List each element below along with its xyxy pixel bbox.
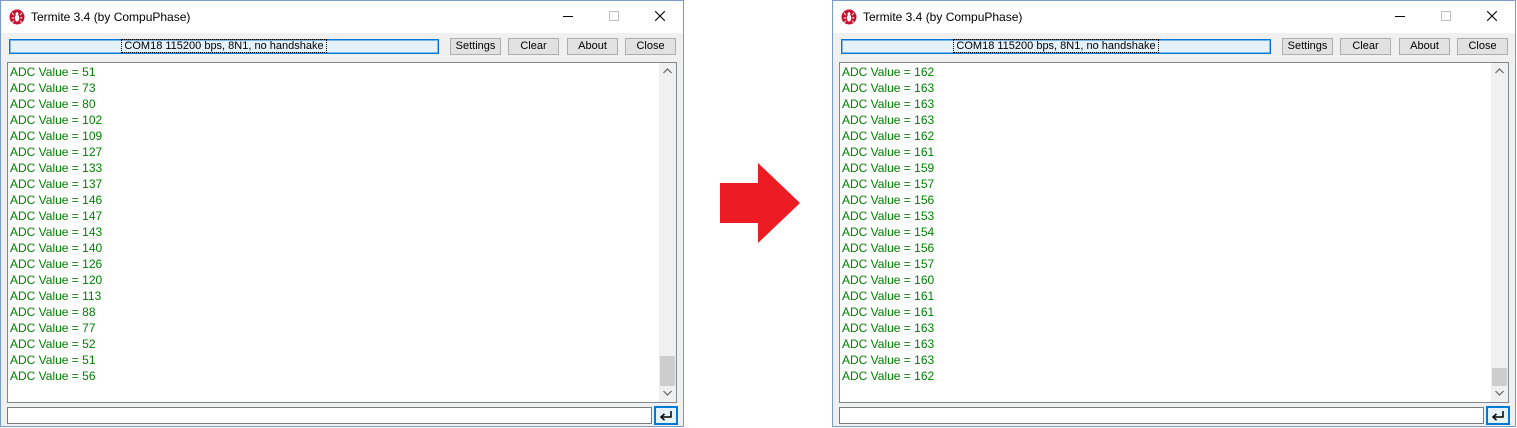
log-line: ADC Value = 127 xyxy=(10,145,103,159)
log-line: ADC Value = 161 xyxy=(842,145,935,159)
window-title: Termite 3.4 (by CompuPhase) xyxy=(863,10,1023,24)
log-line: ADC Value = 162 xyxy=(842,65,935,79)
log-line: ADC Value = 143 xyxy=(10,225,103,239)
settings-button[interactable]: Settings xyxy=(1282,38,1333,55)
log-line: ADC Value = 163 xyxy=(842,81,935,95)
log-line: ADC Value = 162 xyxy=(842,369,935,383)
log-line: ADC Value = 51 xyxy=(10,353,96,367)
log-line: ADC Value = 161 xyxy=(842,305,935,319)
log-line: ADC Value = 159 xyxy=(842,161,935,175)
right-arrow-icon xyxy=(720,163,800,243)
log-line: ADC Value = 163 xyxy=(842,97,935,111)
minimize-icon xyxy=(563,16,573,17)
log-line: ADC Value = 162 xyxy=(842,129,935,143)
close-icon xyxy=(1487,11,1497,21)
enter-icon xyxy=(659,411,672,421)
log-lines: ADC Value = 162 ADC Value = 163 ADC Valu… xyxy=(842,64,934,384)
port-status-button[interactable]: COM18 115200 bps, 8N1, no handshake xyxy=(9,39,439,54)
log-line: ADC Value = 102 xyxy=(10,113,103,127)
log-line: ADC Value = 51 xyxy=(10,65,96,79)
transmit-input[interactable] xyxy=(7,407,652,424)
chevron-up-icon xyxy=(1495,68,1504,74)
log-line: ADC Value = 126 xyxy=(10,257,103,271)
scrollbar-thumb[interactable] xyxy=(1492,368,1507,386)
toolbar: COM18 115200 bps, 8N1, no handshake Sett… xyxy=(7,38,677,58)
enter-icon xyxy=(1491,411,1504,421)
maximize-button[interactable] xyxy=(591,1,637,32)
send-button[interactable] xyxy=(654,406,678,425)
termite-window-right: Termite 3.4 (by CompuPhase) COM18 115200… xyxy=(832,0,1516,427)
log-line: ADC Value = 73 xyxy=(10,81,96,95)
log-line: ADC Value = 52 xyxy=(10,337,96,351)
title-bar[interactable]: Termite 3.4 (by CompuPhase) xyxy=(833,1,1515,33)
receive-log[interactable]: ADC Value = 51 ADC Value = 73 ADC Value … xyxy=(7,62,677,403)
maximize-button[interactable] xyxy=(1423,1,1469,32)
log-line: ADC Value = 88 xyxy=(10,305,96,319)
log-line: ADC Value = 146 xyxy=(10,193,103,207)
port-status-label: COM18 115200 bps, 8N1, no handshake xyxy=(953,39,1159,53)
log-line: ADC Value = 113 xyxy=(10,289,102,303)
toolbar: COM18 115200 bps, 8N1, no handshake Sett… xyxy=(839,38,1509,58)
log-line: ADC Value = 56 xyxy=(10,369,96,383)
chevron-down-icon xyxy=(663,390,672,396)
scroll-up-button[interactable] xyxy=(1491,63,1508,80)
log-line: ADC Value = 163 xyxy=(842,353,935,367)
minimize-button[interactable] xyxy=(545,1,591,32)
port-status-label: COM18 115200 bps, 8N1, no handshake xyxy=(121,39,327,53)
about-button[interactable]: About xyxy=(1399,38,1450,55)
close-icon xyxy=(655,11,665,21)
clear-button[interactable]: Clear xyxy=(1340,38,1391,55)
log-line: ADC Value = 157 xyxy=(842,177,935,191)
minimize-icon xyxy=(1395,16,1405,17)
vertical-scrollbar[interactable] xyxy=(659,63,676,402)
termite-window-left: Termite 3.4 (by CompuPhase) COM18 115200… xyxy=(0,0,684,427)
log-line: ADC Value = 140 xyxy=(10,241,103,255)
about-button[interactable]: About xyxy=(567,38,618,55)
log-line: ADC Value = 147 xyxy=(10,209,103,223)
vertical-scrollbar[interactable] xyxy=(1491,63,1508,402)
log-line: ADC Value = 133 xyxy=(10,161,103,175)
log-line: ADC Value = 163 xyxy=(842,113,935,127)
minimize-button[interactable] xyxy=(1377,1,1423,32)
log-line: ADC Value = 153 xyxy=(842,209,935,223)
log-line: ADC Value = 160 xyxy=(842,273,935,287)
chevron-up-icon xyxy=(663,68,672,74)
window-title: Termite 3.4 (by CompuPhase) xyxy=(31,10,191,24)
log-line: ADC Value = 77 xyxy=(10,321,96,335)
log-line: ADC Value = 154 xyxy=(842,225,935,239)
log-line: ADC Value = 161 xyxy=(842,289,935,303)
close-button[interactable]: Close xyxy=(625,38,676,55)
termite-app-icon xyxy=(841,9,857,25)
scrollbar-thumb[interactable] xyxy=(660,356,675,386)
log-line: ADC Value = 163 xyxy=(842,337,935,351)
log-line: ADC Value = 156 xyxy=(842,193,935,207)
log-line: ADC Value = 137 xyxy=(10,177,103,191)
log-line: ADC Value = 120 xyxy=(10,273,103,287)
log-lines: ADC Value = 51 ADC Value = 73 ADC Value … xyxy=(10,64,102,384)
maximize-icon xyxy=(1441,11,1451,21)
close-window-button[interactable] xyxy=(1469,1,1515,32)
log-line: ADC Value = 156 xyxy=(842,241,935,255)
close-button[interactable]: Close xyxy=(1457,38,1508,55)
log-line: ADC Value = 109 xyxy=(10,129,103,143)
port-status-button[interactable]: COM18 115200 bps, 8N1, no handshake xyxy=(841,39,1271,54)
log-line: ADC Value = 163 xyxy=(842,321,935,335)
send-button[interactable] xyxy=(1486,406,1510,425)
chevron-down-icon xyxy=(1495,390,1504,396)
scroll-up-button[interactable] xyxy=(659,63,676,80)
receive-log[interactable]: ADC Value = 162 ADC Value = 163 ADC Valu… xyxy=(839,62,1509,403)
maximize-icon xyxy=(609,11,619,21)
scroll-down-button[interactable] xyxy=(659,385,676,402)
transmit-input[interactable] xyxy=(839,407,1484,424)
scroll-down-button[interactable] xyxy=(1491,385,1508,402)
log-line: ADC Value = 157 xyxy=(842,257,935,271)
close-window-button[interactable] xyxy=(637,1,683,32)
title-bar[interactable]: Termite 3.4 (by CompuPhase) xyxy=(1,1,683,33)
clear-button[interactable]: Clear xyxy=(508,38,559,55)
settings-button[interactable]: Settings xyxy=(450,38,501,55)
log-line: ADC Value = 80 xyxy=(10,97,96,111)
termite-app-icon xyxy=(9,9,25,25)
